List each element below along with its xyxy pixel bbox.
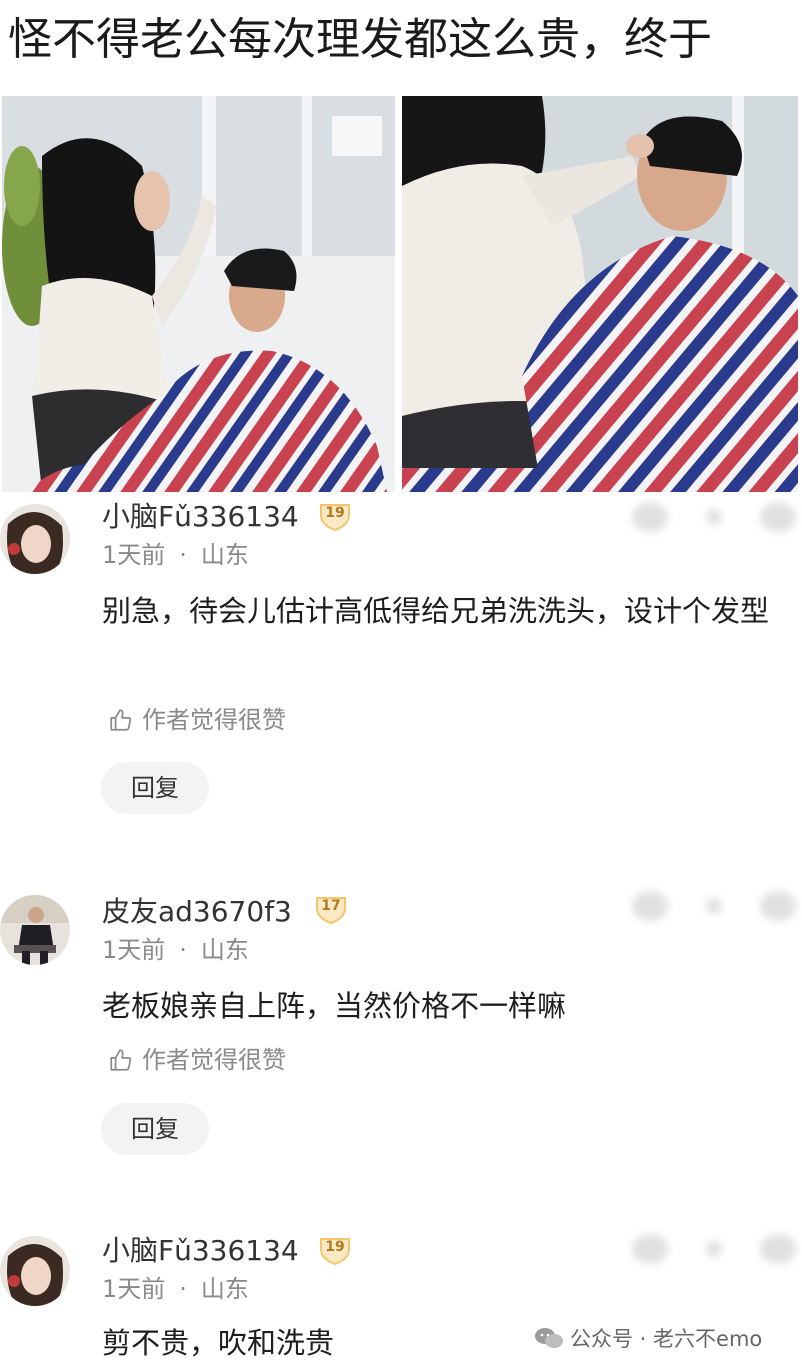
barber-scene-image: [2, 96, 395, 492]
user-avatar-image: [0, 1236, 70, 1306]
author-like-label: 作者觉得很赞: [142, 1046, 286, 1074]
comment-actions-blurred: [622, 881, 802, 931]
user-level-badge: 19: [318, 501, 352, 531]
meta-separator: ·: [179, 936, 187, 964]
avatar[interactable]: [0, 1236, 70, 1306]
user-level-value: 19: [325, 505, 345, 521]
comment-location: 山东: [200, 936, 249, 964]
comment-meta: 1天前 · 山东: [102, 540, 249, 570]
comment-username[interactable]: 小脑Fǔ336134: [102, 500, 299, 534]
user-avatar-image: [0, 504, 70, 574]
reply-button[interactable]: 回复: [101, 762, 209, 814]
comment-username[interactable]: 小脑Fǔ336134: [102, 1234, 299, 1268]
comment-meta: 1天前 · 山东: [102, 935, 249, 965]
comment-meta: 1天前 · 山东: [102, 1274, 249, 1304]
author-like-tag: 作者觉得很赞: [108, 1043, 286, 1077]
barber-closeup-image: [402, 96, 798, 492]
post-photo-right[interactable]: [402, 96, 798, 492]
post-title: 怪不得老公每次理发都这么贵，终于: [8, 14, 712, 65]
meta-separator: ·: [179, 541, 187, 569]
thumbs-up-icon: [110, 1049, 132, 1071]
watermark-text: 公众号 · 老六不emo: [570, 1327, 763, 1351]
comment-location: 山东: [200, 1275, 249, 1303]
comment-actions-blurred: [622, 1224, 802, 1274]
user-level-value: 19: [325, 1239, 345, 1255]
user-level-value: 17: [321, 898, 341, 914]
wechat-icon: [535, 1328, 563, 1348]
comment-username[interactable]: 皮友ad3670f3: [102, 895, 292, 929]
comment-actions-blurred: [622, 492, 802, 542]
user-avatar-image: [0, 895, 70, 965]
author-like-tag: 作者觉得很赞: [108, 703, 286, 737]
thumbs-up-icon: [110, 709, 132, 731]
meta-separator: ·: [179, 1275, 187, 1303]
comment-location: 山东: [200, 541, 249, 569]
comment-time: 1天前: [102, 936, 166, 964]
user-level-badge: 17: [314, 894, 348, 924]
reply-button[interactable]: 回复: [101, 1103, 209, 1155]
comment-content: 老板娘亲自上阵，当然价格不一样嘛: [102, 989, 567, 1023]
user-level-badge: 19: [318, 1235, 352, 1265]
avatar[interactable]: [0, 504, 70, 574]
comment-time: 1天前: [102, 541, 166, 569]
author-like-label: 作者觉得很赞: [142, 706, 286, 734]
comment-item: 皮友ad3670f3 17 1天前 · 山东 老板娘亲自上阵，当然价格不一样嘛 作者…: [0, 891, 802, 1165]
watermark: 公众号 · 老六不emo: [534, 1322, 762, 1354]
avatar[interactable]: [0, 895, 70, 965]
comment-content: 别急，待会儿估计高低得给兄弟洗洗头，设计个发型: [102, 594, 770, 628]
comment-time: 1天前: [102, 1275, 166, 1303]
comment-item: 小脑Fǔ336134 19 1天前 · 山东 别急，待会儿估计高低得给兄弟洗洗头，设…: [0, 500, 802, 830]
post-photo-left[interactable]: [2, 96, 395, 492]
